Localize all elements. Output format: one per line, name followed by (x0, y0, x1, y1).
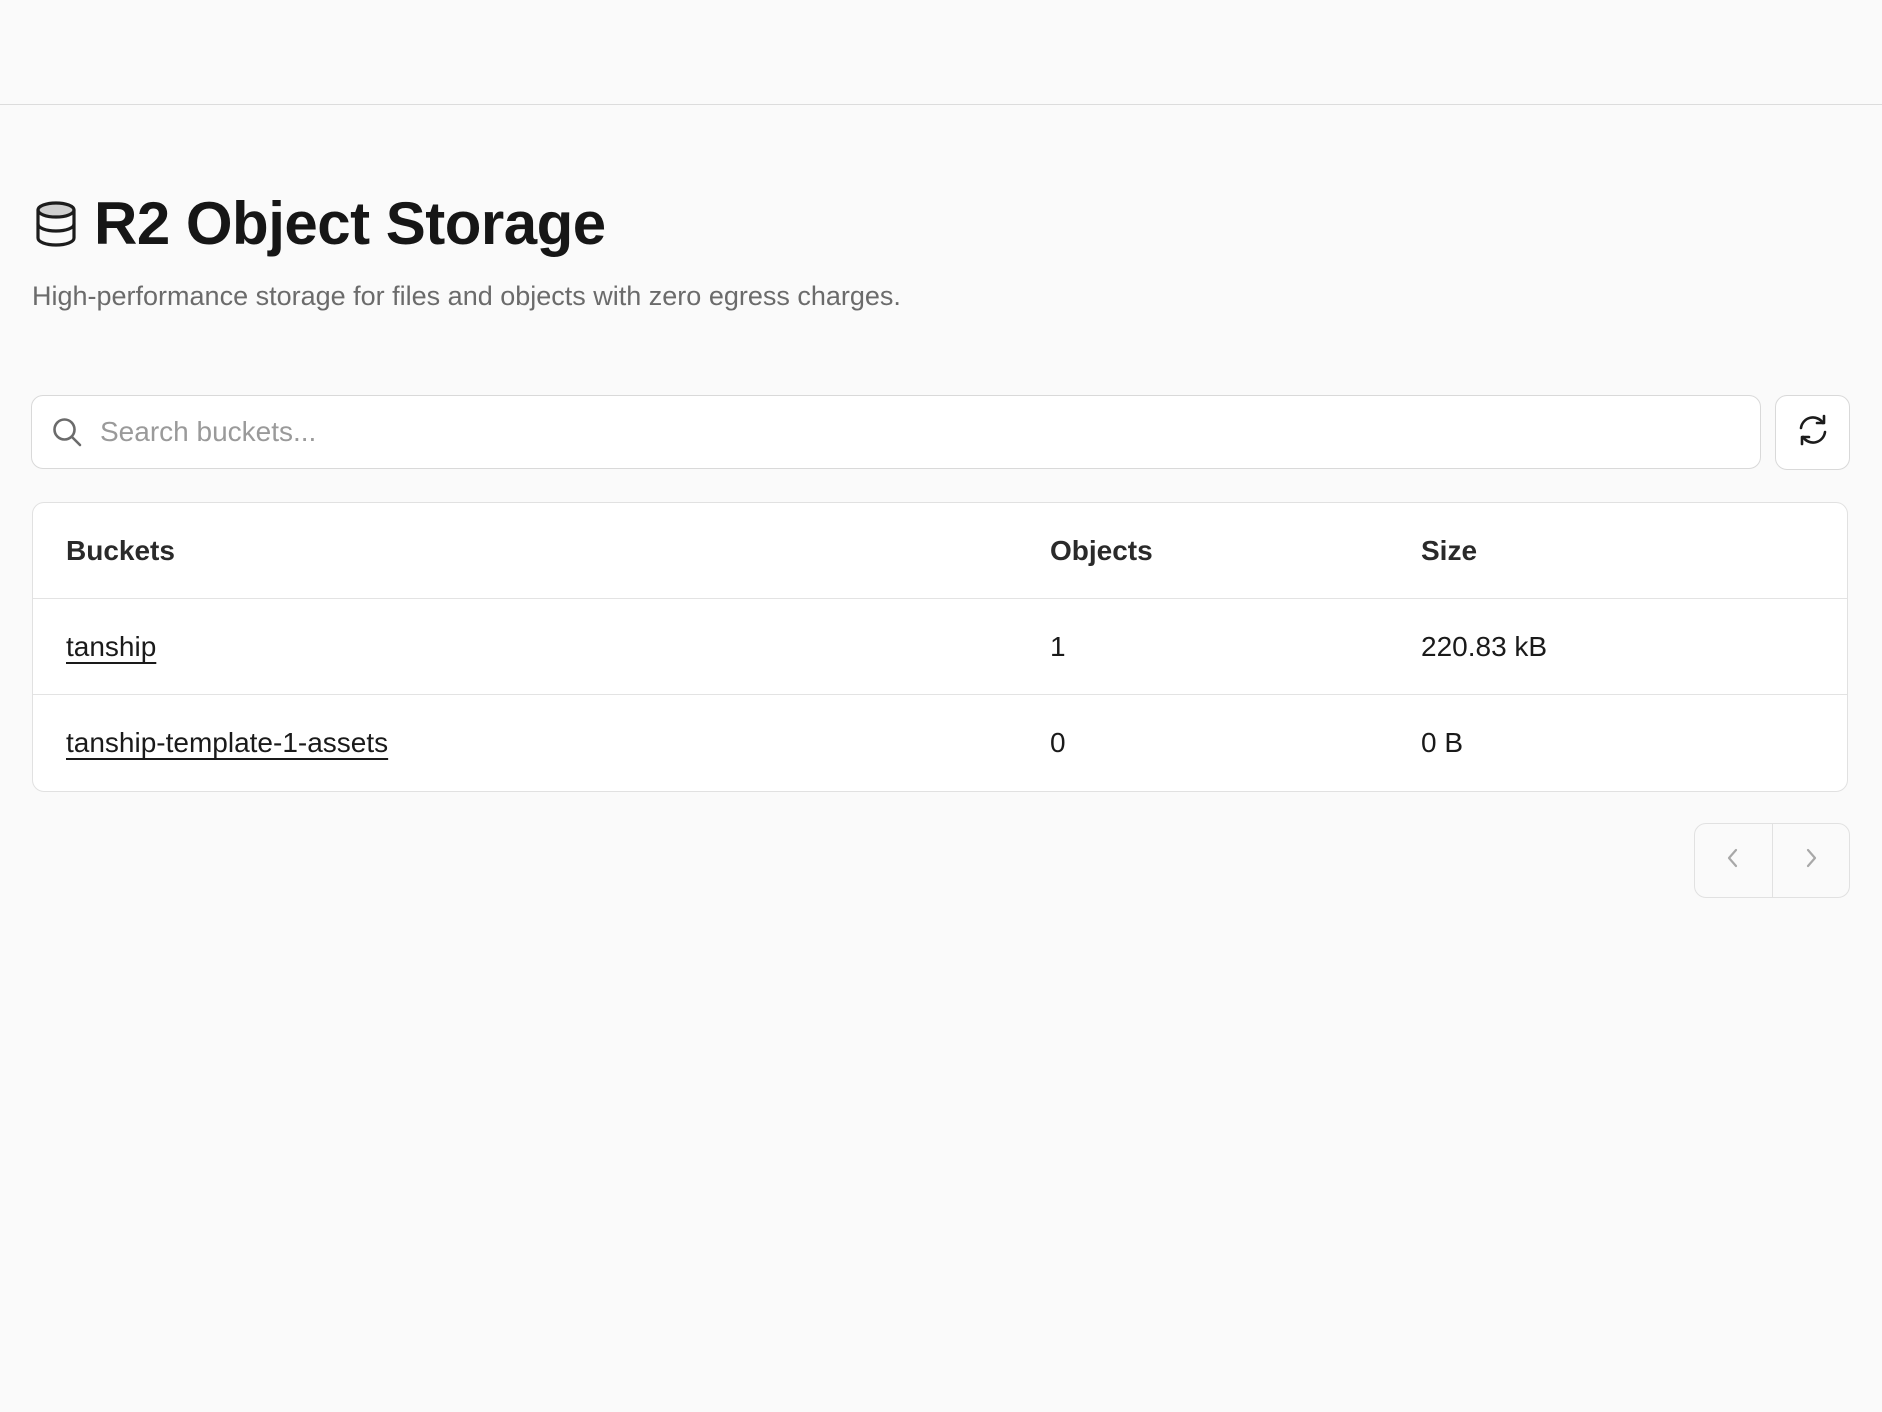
refresh-button[interactable] (1775, 395, 1850, 470)
page-header: R2 Object Storage (32, 188, 606, 260)
table-row: tanship 1 220.83 kB (33, 599, 1847, 695)
table-row: tanship-template-1-assets 0 0 B (33, 695, 1847, 791)
pagination (1694, 823, 1850, 898)
column-header-size[interactable]: Size (1421, 503, 1477, 599)
next-page-button[interactable] (1773, 824, 1850, 897)
top-bar (0, 0, 1882, 105)
table-header-row: Buckets Objects Size (33, 503, 1847, 599)
database-icon (32, 198, 80, 250)
size-cell: 220.83 kB (1421, 631, 1548, 662)
buckets-table: Buckets Objects Size tanship 1 220.83 kB… (32, 502, 1848, 792)
search-input[interactable] (100, 402, 1760, 462)
bucket-link[interactable]: tanship (66, 631, 156, 663)
size-cell: 0 B (1421, 727, 1464, 758)
page-title: R2 Object Storage (94, 190, 606, 257)
objects-cell: 0 (1050, 727, 1066, 758)
bucket-link[interactable]: tanship-template-1-assets (66, 727, 388, 759)
previous-page-button[interactable] (1695, 824, 1773, 897)
page-subtitle: High-performance storage for files and o… (32, 281, 901, 311)
bucket-cell: tanship (66, 599, 156, 695)
column-header-objects[interactable]: Objects (1050, 503, 1153, 599)
chevron-left-icon (1723, 846, 1743, 875)
refresh-icon (1796, 413, 1830, 452)
column-header-buckets[interactable]: Buckets (66, 503, 175, 599)
bucket-cell: tanship-template-1-assets (66, 695, 388, 791)
objects-cell: 1 (1050, 631, 1066, 662)
search-bar (31, 395, 1761, 469)
chevron-right-icon (1801, 846, 1821, 875)
search-icon (50, 415, 84, 449)
